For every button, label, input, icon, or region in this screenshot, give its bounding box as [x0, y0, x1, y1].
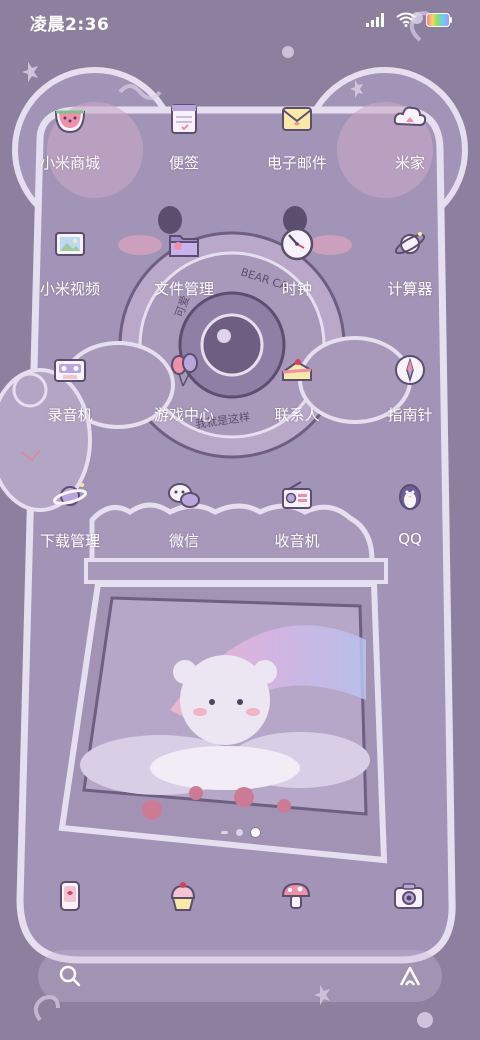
- app-mi-video[interactable]: 小米视频: [15, 222, 125, 322]
- wifi-icon: [396, 12, 416, 27]
- status-bar: 凌晨2:36: [0, 0, 480, 44]
- app-label: 录音机: [47, 406, 93, 424]
- page-dot-active[interactable]: [250, 828, 260, 837]
- app-email[interactable]: 电子邮件: [242, 96, 352, 196]
- battery-icon: [426, 12, 452, 27]
- cloud-home-icon: [388, 96, 432, 140]
- photo-frame-icon: [48, 222, 92, 266]
- app-label: 指南针: [387, 406, 433, 424]
- app-label: QQ: [398, 530, 422, 548]
- status-icons: [366, 12, 452, 27]
- app-label: 便签: [168, 154, 199, 172]
- compass-icon: [388, 348, 432, 392]
- clock-icon: [275, 222, 319, 266]
- signal-icon: [366, 12, 384, 27]
- browser-mushroom-icon: [281, 882, 311, 909]
- search-bar[interactable]: [38, 950, 442, 1002]
- app-label: 联系人: [274, 406, 320, 424]
- dock-messages[interactable]: [161, 874, 205, 918]
- notepad-icon: [162, 96, 206, 140]
- search-icon[interactable]: [58, 964, 82, 988]
- app-label: 米家: [394, 154, 425, 172]
- dock-camera[interactable]: [387, 874, 431, 918]
- app-game-center[interactable]: 游戏中心: [129, 348, 239, 448]
- chat-bubbles-icon: [162, 474, 206, 518]
- app-label: 收音机: [274, 532, 320, 550]
- saturn-icon: [48, 474, 92, 518]
- phone-icon: [60, 881, 80, 911]
- app-mi-store[interactable]: 小米商城: [15, 96, 125, 196]
- app-calculator[interactable]: 计算器: [355, 222, 465, 322]
- app-label: 小米商城: [39, 154, 100, 172]
- dock-phone[interactable]: [48, 874, 92, 918]
- app-radio[interactable]: 收音机: [242, 474, 352, 574]
- app-label: 小米视频: [39, 280, 100, 298]
- app-recorder[interactable]: 录音机: [15, 348, 125, 448]
- cassette-icon: [48, 348, 92, 392]
- dock-browser[interactable]: [274, 874, 318, 918]
- app-file-manager[interactable]: 文件管理: [129, 222, 239, 322]
- app-compass[interactable]: 指南针: [355, 348, 465, 448]
- app-label: 下载管理: [39, 532, 100, 550]
- status-time: 凌晨2:36: [30, 15, 110, 35]
- camera-icon: [394, 883, 424, 909]
- watermelon-icon: [48, 96, 92, 140]
- app-wechat[interactable]: 微信: [129, 474, 239, 574]
- envelope-icon: [275, 96, 319, 140]
- cake-icon: [275, 348, 319, 392]
- penguin-icon: [388, 474, 432, 518]
- app-label: 游戏中心: [153, 406, 214, 424]
- planet-icon: [388, 222, 432, 266]
- app-label: 微信: [168, 532, 199, 550]
- app-downloads[interactable]: 下载管理: [15, 474, 125, 574]
- app-contacts[interactable]: 联系人: [242, 348, 352, 448]
- app-notes[interactable]: 便签: [129, 96, 239, 196]
- app-mi-home[interactable]: 米家: [355, 96, 465, 196]
- app-label: 计算器: [387, 280, 433, 298]
- app-qq[interactable]: QQ: [355, 474, 465, 574]
- balloons-icon: [162, 348, 206, 392]
- page-dot[interactable]: [235, 829, 243, 836]
- app-label: 电子邮件: [266, 154, 327, 172]
- page-indicator[interactable]: [0, 828, 480, 837]
- voice-assistant-icon[interactable]: [398, 964, 422, 988]
- app-label: 文件管理: [153, 280, 214, 298]
- radio-icon: [275, 474, 319, 518]
- page-dot[interactable]: [220, 831, 228, 834]
- app-clock[interactable]: 时钟: [242, 222, 352, 322]
- folder-icon: [162, 222, 206, 266]
- app-label: 时钟: [281, 280, 312, 298]
- message-cupcake-icon: [170, 882, 196, 911]
